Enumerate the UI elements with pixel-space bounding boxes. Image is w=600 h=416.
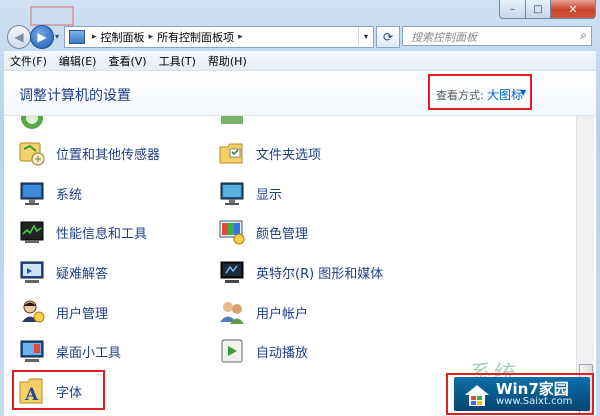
list-item-partial[interactable] — [18, 116, 56, 134]
menu-view[interactable]: 查看(V) — [102, 53, 152, 69]
view-by-caret-icon[interactable]: ▼ — [520, 88, 526, 97]
autoplay-label: 自动播放 — [256, 345, 309, 361]
intel-graphics-icon — [218, 258, 246, 286]
item-color-management[interactable]: 颜色管理 — [218, 216, 308, 248]
item-autoplay[interactable]: 自动播放 — [218, 335, 308, 367]
forward-button[interactable]: ▶ — [30, 25, 54, 49]
user-management-icon — [18, 298, 46, 326]
close-button[interactable]: ✕ — [551, 0, 596, 19]
recent-pages-dropdown[interactable]: ▾ — [55, 32, 59, 41]
item-display[interactable]: 显示 — [218, 177, 282, 209]
view-by-dropdown[interactable]: 大图标 — [487, 86, 523, 103]
item-user-management[interactable]: 用户管理 — [18, 296, 108, 328]
refresh-icon: ⟳ — [382, 30, 394, 44]
color-management-icon — [218, 218, 246, 246]
item-location-sensors[interactable]: 位置和其他传感器 — [18, 137, 160, 169]
breadcrumb-all-items[interactable]: 所有控制面板项 — [157, 29, 234, 45]
menu-bar: 文件(F) 编辑(E) 查看(V) 工具(T) 帮助(H) — [4, 51, 596, 71]
maximize-button[interactable]: □ — [526, 0, 551, 19]
user-management-label: 用户管理 — [56, 306, 109, 322]
window-frame: – □ ✕ ◀ ▶ ▾ ▸ 控制面板 ▸ 所有控制面板项 ▸ ▾ ⟳ ⌕ 文件(… — [0, 0, 600, 416]
site-logo: Win7家园 www.Saixt.com — [446, 373, 594, 415]
folder-options-label: 文件夹选项 — [256, 147, 322, 163]
user-accounts-label: 用户帐户 — [256, 306, 309, 322]
back-arrow-icon: ◀ — [14, 30, 24, 44]
location-sensors-icon — [18, 139, 46, 167]
item-folder-options[interactable]: 文件夹选项 — [218, 137, 321, 169]
fonts-highlight — [12, 370, 105, 410]
menu-tools[interactable]: 工具(T) — [153, 53, 202, 69]
title-bar: – □ ✕ — [0, 0, 600, 22]
menu-edit[interactable]: 编辑(E) — [53, 53, 103, 69]
performance-icon — [18, 218, 46, 246]
search-input[interactable] — [409, 28, 573, 46]
logo-url: www.Saixt.com — [496, 396, 573, 407]
window-controls: – □ ✕ — [499, 0, 596, 19]
display-icon — [218, 179, 246, 207]
item-system[interactable]: 系统 — [18, 177, 82, 209]
partial-item-icon — [18, 116, 46, 132]
user-accounts-icon — [218, 298, 246, 326]
folder-icon — [218, 139, 246, 167]
breadcrumb-separator-icon[interactable]: ▸ — [92, 32, 97, 42]
page-title: 调整计算机的设置 — [19, 88, 131, 104]
item-intel-graphics[interactable]: 英特尔(R) 图形和媒体 — [218, 256, 383, 288]
display-label: 显示 — [256, 187, 283, 203]
breadcrumb-separator-icon[interactable]: ▸ — [238, 32, 243, 42]
intel-graphics-label: 英特尔(R) 图形和媒体 — [256, 266, 384, 282]
back-button[interactable]: ◀ — [7, 25, 31, 49]
vertical-scrollbar[interactable] — [576, 116, 594, 416]
autoplay-icon — [218, 337, 246, 365]
troubleshooting-icon — [18, 258, 46, 286]
view-by-label: 查看方式: — [436, 89, 484, 102]
search-icon[interactable]: ⌕ — [580, 28, 587, 43]
desktop-gadgets-icon — [18, 337, 46, 365]
item-performance[interactable]: 性能信息和工具 — [18, 216, 147, 248]
control-panel-icon — [69, 30, 85, 44]
house-icon — [465, 385, 489, 406]
menu-file[interactable]: 文件(F) — [4, 53, 53, 69]
close-icon: ✕ — [568, 2, 578, 16]
color-management-label: 颜色管理 — [256, 226, 309, 242]
system-icon — [18, 179, 46, 207]
minimize-icon: – — [510, 3, 515, 15]
address-bar[interactable]: ▸ 控制面板 ▸ 所有控制面板项 ▸ ▾ — [64, 26, 374, 48]
maximize-icon: □ — [533, 3, 543, 15]
item-troubleshooting[interactable]: 疑难解答 — [18, 256, 108, 288]
search-box: ⌕ — [402, 26, 592, 46]
breadcrumb-control-panel[interactable]: 控制面板 — [101, 29, 145, 45]
performance-label: 性能信息和工具 — [56, 226, 148, 242]
minimize-button[interactable]: – — [499, 0, 526, 19]
logo-panel: Win7家园 www.Saixt.com — [454, 377, 590, 411]
list-item-partial[interactable] — [218, 116, 256, 134]
troubleshooting-label: 疑难解答 — [56, 266, 109, 282]
item-desktop-gadgets[interactable]: 桌面小工具 — [18, 335, 121, 367]
partial-item-icon — [218, 116, 246, 132]
forward-arrow-icon: ▶ — [37, 30, 47, 44]
item-user-accounts[interactable]: 用户帐户 — [218, 296, 308, 328]
location-sensors-label: 位置和其他传感器 — [56, 147, 161, 163]
address-toolbar: ◀ ▶ ▾ ▸ 控制面板 ▸ 所有控制面板项 ▸ ▾ ⟳ ⌕ — [0, 22, 600, 50]
system-label: 系统 — [56, 187, 83, 203]
desktop-gadgets-label: 桌面小工具 — [56, 345, 122, 361]
menu-help[interactable]: 帮助(H) — [202, 53, 253, 69]
address-dropdown-icon[interactable]: ▾ — [358, 27, 373, 45]
refresh-button[interactable]: ⟳ — [376, 26, 400, 48]
breadcrumb-separator-icon[interactable]: ▸ — [149, 32, 154, 42]
content-header: 调整计算机的设置 查看方式: 大图标 ▼ — [4, 71, 596, 116]
